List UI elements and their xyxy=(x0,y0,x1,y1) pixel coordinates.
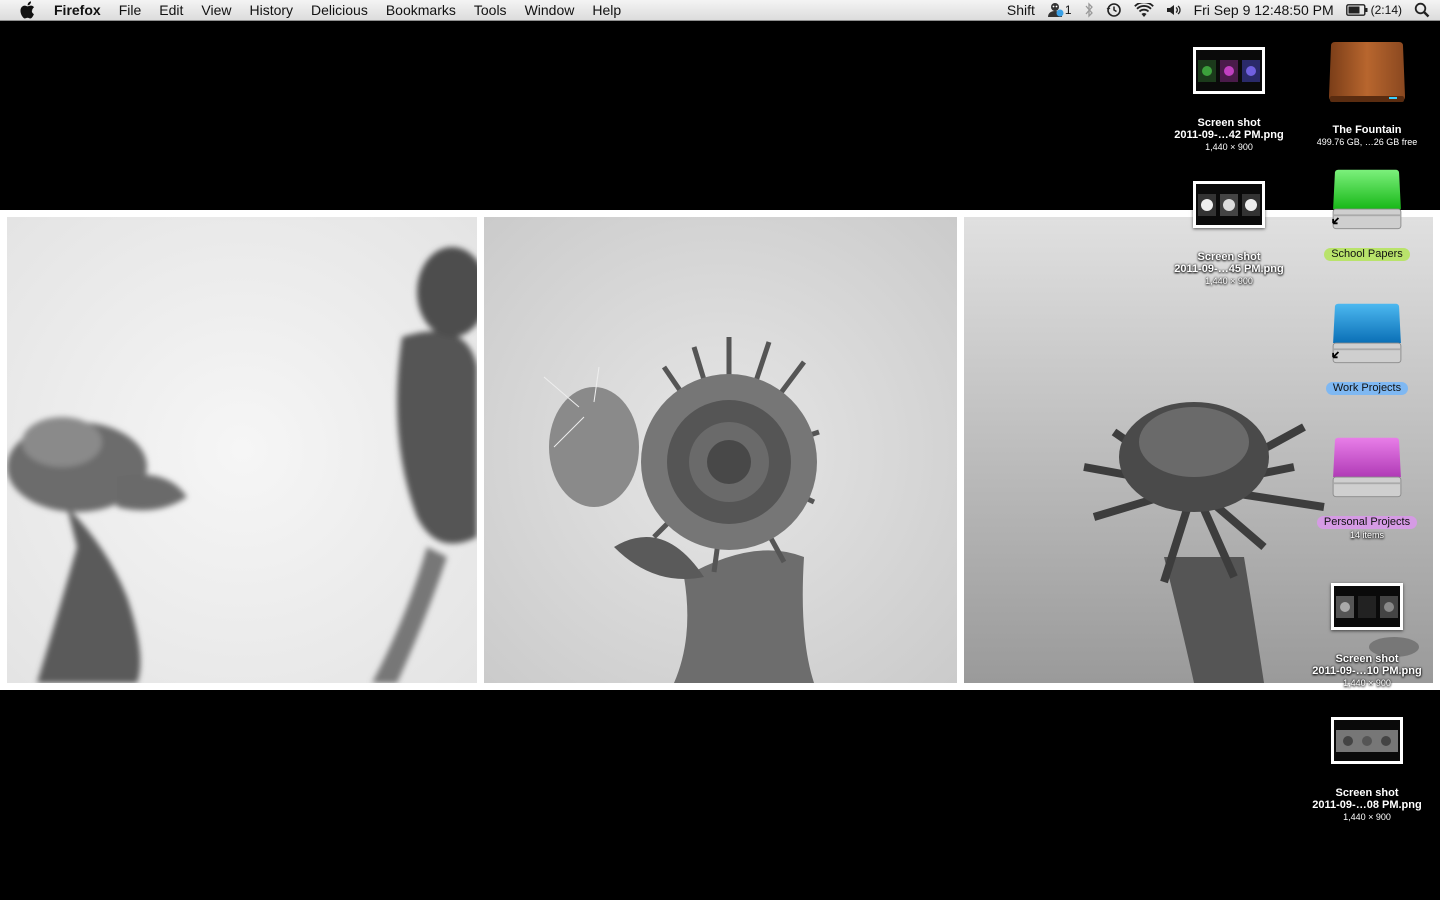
battery-icon xyxy=(1345,4,1368,16)
user-icon xyxy=(1047,3,1064,17)
icon-label: Screen shot xyxy=(1197,117,1261,129)
screenshot-thumbnail xyxy=(1193,181,1265,228)
desktop-icon-screenshot-10pm[interactable]: Screen shot 2011-09-…10 PM.png 1,440 × 9… xyxy=(1297,583,1437,689)
shift-menu[interactable]: Shift xyxy=(1007,2,1035,18)
flower-photo-left xyxy=(7,217,477,683)
hard-drive-icon xyxy=(1327,40,1407,106)
icon-filename: 2011-09-…10 PM.png xyxy=(1312,665,1422,677)
icon-info: 1,440 × 900 xyxy=(1205,276,1253,286)
flower-photo-center xyxy=(484,217,957,683)
screenshot-thumbnail xyxy=(1331,717,1403,764)
icon-filename: 2011-09-…08 PM.png xyxy=(1312,799,1422,811)
icon-label-tag: Personal Projects xyxy=(1316,516,1418,529)
desktop-icon-screenshot-08pm[interactable]: Screen shot 2011-09-…08 PM.png 1,440 × 9… xyxy=(1297,717,1437,823)
status-area: Shift 1 Fri Sep 9 12:48:50 PM (2:14) xyxy=(995,0,1440,21)
spotlight-icon[interactable] xyxy=(1414,2,1430,18)
menu-file[interactable]: File xyxy=(110,0,151,21)
desktop-icon-work-projects[interactable]: Work Projects xyxy=(1297,302,1437,395)
menu-delicious[interactable]: Delicious xyxy=(302,0,377,21)
icon-info: 14 items xyxy=(1349,530,1384,540)
user-count: 1 xyxy=(1064,3,1072,17)
icon-filename: 2011-09-…42 PM.png xyxy=(1174,129,1284,141)
menu-view[interactable]: View xyxy=(192,0,240,21)
battery-menu[interactable]: (2:14) xyxy=(1345,3,1402,17)
screenshot-thumbnail xyxy=(1193,47,1265,94)
bluetooth-icon[interactable] xyxy=(1084,2,1094,18)
battery-time: (2:14) xyxy=(1370,3,1402,17)
screenshot-thumbnail xyxy=(1331,583,1403,630)
icon-label: Screen shot xyxy=(1335,653,1399,665)
menu-window[interactable]: Window xyxy=(516,0,584,21)
icon-filename: 2011-09-…45 PM.png xyxy=(1174,263,1284,275)
external-drive-icon xyxy=(1327,302,1407,368)
icon-info: 1,440 × 900 xyxy=(1343,678,1391,688)
icon-label-tag: Work Projects xyxy=(1325,382,1409,395)
menu-bar: Firefox File Edit View History Delicious… xyxy=(0,0,1440,21)
apple-icon[interactable] xyxy=(0,0,54,21)
menu-tools[interactable]: Tools xyxy=(465,0,516,21)
menu-history[interactable]: History xyxy=(240,0,302,21)
icon-label-tag: School Papers xyxy=(1324,248,1410,261)
icon-info: 499.76 GB, …26 GB free xyxy=(1316,137,1418,147)
desktop-icon-screenshot-45pm[interactable]: Screen shot 2011-09-…45 PM.png 1,440 × 9… xyxy=(1159,181,1299,287)
icon-label: The Fountain xyxy=(1332,124,1402,136)
desktop-icon-the-fountain[interactable]: The Fountain 499.76 GB, …26 GB free xyxy=(1297,40,1437,148)
user-menu[interactable]: 1 xyxy=(1047,2,1072,18)
icon-info: 1,440 × 900 xyxy=(1205,142,1253,152)
desktop-icon-school-papers[interactable]: School Papers xyxy=(1297,168,1437,261)
menu-help[interactable]: Help xyxy=(583,0,630,21)
menu-edit[interactable]: Edit xyxy=(150,0,192,21)
menu-app-firefox[interactable]: Firefox xyxy=(54,0,110,21)
icon-info: 1,440 × 900 xyxy=(1343,812,1391,822)
clock-datetime[interactable]: Fri Sep 9 12:48:50 PM xyxy=(1194,2,1334,18)
desktop-icon-personal-projects[interactable]: Personal Projects 14 items xyxy=(1297,436,1437,541)
icon-label: Screen shot xyxy=(1197,251,1261,263)
menu-bookmarks[interactable]: Bookmarks xyxy=(377,0,465,21)
icon-label: Screen shot xyxy=(1335,787,1399,799)
external-drive-icon xyxy=(1327,436,1407,502)
volume-icon[interactable] xyxy=(1166,3,1182,17)
desktop-icon-screenshot-42pm[interactable]: Screen shot 2011-09-…42 PM.png 1,440 × 9… xyxy=(1159,47,1299,153)
external-drive-icon xyxy=(1327,168,1407,234)
time-machine-icon[interactable] xyxy=(1106,2,1122,18)
wifi-icon[interactable] xyxy=(1133,2,1154,18)
